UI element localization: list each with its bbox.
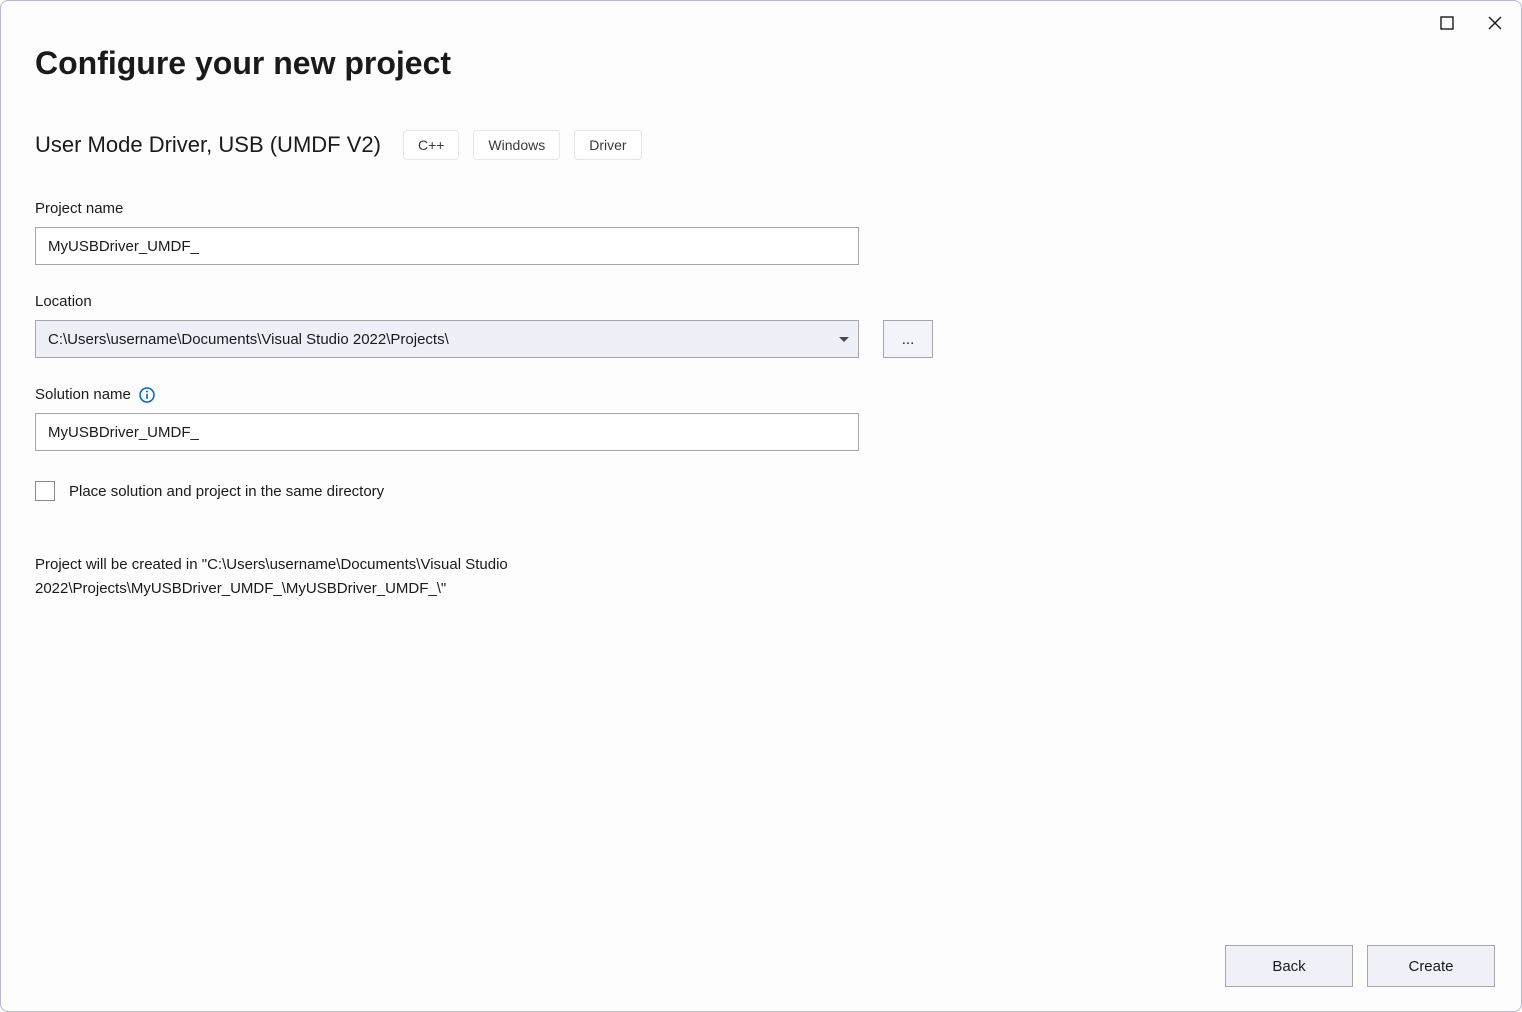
template-name: User Mode Driver, USB (UMDF V2) [35,132,381,158]
path-preview-text: Project will be created in "C:\Users\use… [35,553,859,601]
same-directory-checkbox[interactable] [35,481,55,501]
dialog-window: Configure your new project User Mode Dri… [0,0,1522,1012]
project-name-label: Project name [35,200,1487,217]
dialog-content: Configure your new project User Mode Dri… [1,1,1521,1011]
solution-name-input[interactable] [35,413,859,451]
project-name-input[interactable] [35,227,859,265]
location-label: Location [35,293,1487,310]
template-tags: C++ Windows Driver [403,130,642,160]
create-button[interactable]: Create [1367,945,1495,987]
maximize-button[interactable] [1433,9,1461,37]
same-directory-checkbox-label: Place solution and project in the same d… [69,483,384,500]
tag-cpp: C++ [403,130,459,160]
back-button[interactable]: Back [1225,945,1353,987]
location-combo[interactable] [35,320,859,358]
location-input[interactable] [35,320,859,358]
location-field-group: Location ... [35,293,1487,358]
page-title: Configure your new project [35,45,1487,82]
solution-name-label-text: Solution name [35,386,131,403]
tag-windows: Windows [473,130,560,160]
info-icon[interactable] [139,387,155,403]
solution-name-label: Solution name [35,386,1487,403]
template-header-row: User Mode Driver, USB (UMDF V2) C++ Wind… [35,130,1487,160]
project-name-field-group: Project name [35,200,1487,265]
same-directory-checkbox-row: Place solution and project in the same d… [35,481,1487,501]
solution-name-field-group: Solution name [35,386,1487,451]
location-row: ... [35,320,1487,358]
window-controls [1433,9,1509,37]
browse-button[interactable]: ... [883,320,933,358]
maximize-icon [1440,16,1454,30]
close-button[interactable] [1481,9,1509,37]
close-icon [1488,16,1502,30]
tag-driver: Driver [574,130,641,160]
dialog-footer: Back Create [1225,945,1495,987]
